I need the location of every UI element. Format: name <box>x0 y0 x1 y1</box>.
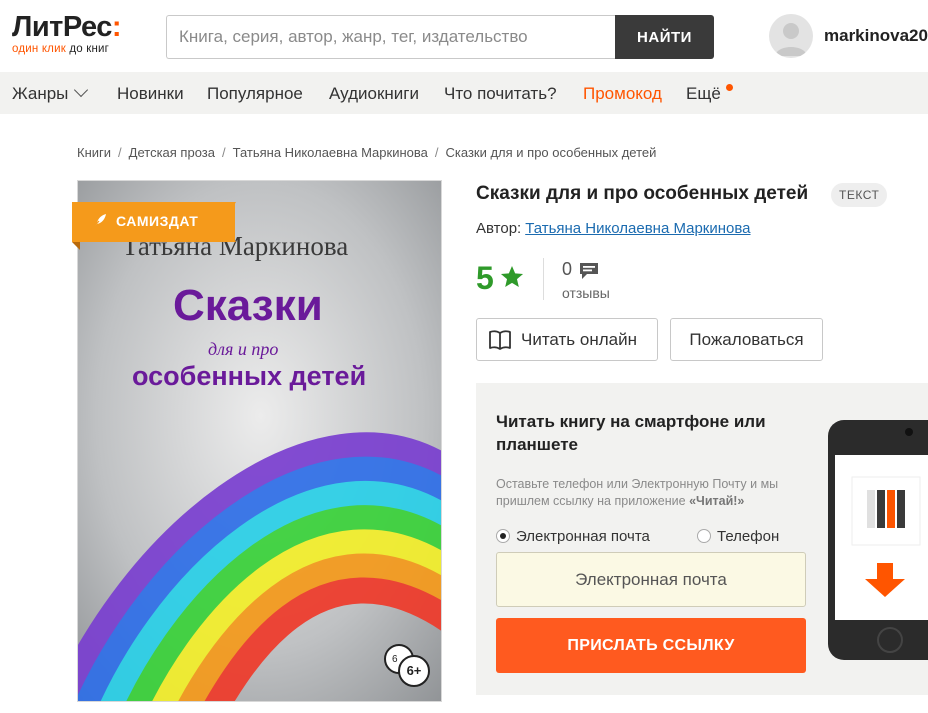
app-promo-title: Читать книгу на смартфоне или планшете <box>496 412 766 454</box>
author-label: Автор: <box>476 220 522 237</box>
radio-checked-icon <box>496 529 510 543</box>
samizdat-label: САМИЗДАТ <box>116 213 199 229</box>
app-download-icon <box>851 476 921 597</box>
site-header: ЛитРес: один клик до книг НАЙТИ markinov… <box>0 0 928 72</box>
breadcrumb-separator: / <box>434 145 439 160</box>
format-badge: ТЕКСТ <box>831 183 888 207</box>
radio-unchecked-icon <box>697 529 711 543</box>
nav-item-new[interactable]: Новинки <box>117 72 184 114</box>
breadcrumb-item-genre[interactable]: Детская проза <box>129 145 215 160</box>
breadcrumb-item-current: Сказки для и про особенных детей <box>445 145 657 160</box>
phone-camera <box>905 428 913 436</box>
nav-item-genres[interactable]: Жанры <box>12 72 89 114</box>
nav-item-promocode[interactable]: Промокод <box>583 72 662 114</box>
search-button[interactable]: НАЙТИ <box>615 15 714 59</box>
nav-item-what-to-read[interactable]: Что почитать? <box>444 72 557 114</box>
breadcrumb-separator: / <box>221 145 226 160</box>
samizdat-badge: САМИЗДАТ <box>72 202 235 242</box>
badge-fold <box>72 242 80 250</box>
main-nav: Жанры Новинки Популярное Аудиокниги Что … <box>0 72 928 114</box>
badge-notch <box>221 202 236 242</box>
search-input[interactable] <box>166 15 616 59</box>
logo-wordmark: ЛитРес: <box>12 11 122 43</box>
radio-phone[interactable]: Телефон <box>697 528 779 545</box>
age-rating-badge: 6+ <box>398 655 430 687</box>
book-title: Сказки для и про особенных детей <box>476 183 809 204</box>
radio-email[interactable]: Электронная почта <box>496 528 650 545</box>
comment-icon <box>580 263 598 279</box>
notification-dot <box>726 84 733 91</box>
app-name: «Читай!» <box>689 494 745 508</box>
open-book-icon <box>489 330 511 350</box>
send-link-button[interactable]: ПРИСЛАТЬ ССЫЛКУ <box>496 618 806 673</box>
book-cover[interactable]: Татьяна Маркинова Сказки для и про особе… <box>77 180 442 702</box>
divider <box>543 258 544 300</box>
litres-logo[interactable]: ЛитРес: один клик до книг <box>12 11 122 55</box>
breadcrumb-item-author[interactable]: Татьяна Николаевна Маркинова <box>233 145 428 160</box>
phone-screen <box>835 455 928 620</box>
reviews-count[interactable]: 0 <box>562 259 572 280</box>
nav-item-popular[interactable]: Популярное <box>207 72 303 114</box>
read-online-label: Читать онлайн <box>521 330 637 349</box>
avatar[interactable] <box>769 14 813 58</box>
app-promo-description: Оставьте телефон или Электронную Почту и… <box>496 477 779 508</box>
author-link[interactable]: Татьяна Николаевна Маркинова <box>525 220 750 237</box>
nav-item-audiobooks[interactable]: Аудиокниги <box>329 72 419 114</box>
chevron-down-icon <box>74 82 89 98</box>
star-icon <box>500 265 524 287</box>
cover-title-main: Сказки <box>173 281 323 330</box>
phone-home-button <box>877 627 903 653</box>
reviews-label[interactable]: отзывы <box>562 285 610 301</box>
cover-title-line3: особенных детей <box>132 361 367 391</box>
breadcrumb: Книги / Детская проза / Татьяна Николаевна М… <box>77 145 656 160</box>
nav-item-more[interactable]: Ещё <box>686 72 721 114</box>
breadcrumb-item-books[interactable]: Книги <box>77 145 111 160</box>
email-field[interactable] <box>496 552 806 607</box>
complain-button[interactable]: Пожаловаться <box>670 318 823 361</box>
breadcrumb-separator: / <box>118 145 122 160</box>
cover-title-sub: для и про <box>208 339 279 359</box>
rating-value: 5 <box>476 260 494 296</box>
read-online-button[interactable]: Читать онлайн <box>476 318 658 361</box>
user-icon <box>775 23 807 56</box>
username[interactable]: markinova20 <box>824 26 928 46</box>
feather-icon <box>90 214 106 231</box>
logo-tagline: один клик до книг <box>12 43 110 55</box>
author-row: Автор: Татьяна Николаевна Маркинова <box>476 220 751 237</box>
